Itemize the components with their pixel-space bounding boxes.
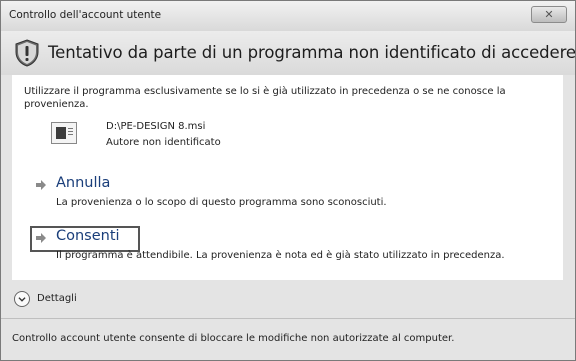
arrow-right-icon bbox=[36, 233, 46, 243]
footer-divider bbox=[1, 318, 575, 319]
cancel-option-description: La provenienza o lo scopo di questo prog… bbox=[56, 197, 387, 208]
cancel-option-title: Annulla bbox=[56, 175, 111, 191]
file-name: D:\PE-DESIGN 8.msi bbox=[106, 121, 206, 132]
close-icon: ✕ bbox=[544, 8, 554, 21]
allow-option[interactable]: Consenti Il programma è attendibile. La … bbox=[30, 228, 550, 268]
allow-option-description: Il programma è attendibile. La provenien… bbox=[56, 250, 505, 261]
title-bar: Controllo dell'account utente ✕ bbox=[1, 1, 575, 31]
close-button[interactable]: ✕ bbox=[531, 6, 567, 23]
uac-dialog: Controllo dell'account utente ✕ Tentativ… bbox=[0, 0, 576, 361]
arrow-right-icon bbox=[36, 180, 46, 190]
details-label: Dettagli bbox=[37, 293, 77, 304]
details-toggle[interactable]: Dettagli bbox=[12, 287, 563, 313]
allow-option-title: Consenti bbox=[56, 228, 120, 244]
shield-warning-icon bbox=[15, 39, 39, 67]
intro-text: Utilizzare il programma esclusivamente s… bbox=[24, 86, 506, 110]
msi-file-icon bbox=[51, 122, 77, 144]
chevron-down-circle-icon bbox=[14, 291, 30, 307]
cancel-option[interactable]: Annulla La provenienza o lo scopo di que… bbox=[30, 175, 550, 215]
file-publisher: Autore non identificato bbox=[106, 137, 221, 148]
window-title: Controllo dell'account utente bbox=[9, 9, 162, 21]
heading-bar: Tentativo da parte di un programma non i… bbox=[1, 31, 575, 75]
content-panel: Utilizzare il programma esclusivamente s… bbox=[12, 75, 563, 280]
dialog-heading: Tentativo da parte di un programma non i… bbox=[48, 43, 576, 62]
footer-text: Controllo account utente consente di blo… bbox=[12, 333, 455, 344]
